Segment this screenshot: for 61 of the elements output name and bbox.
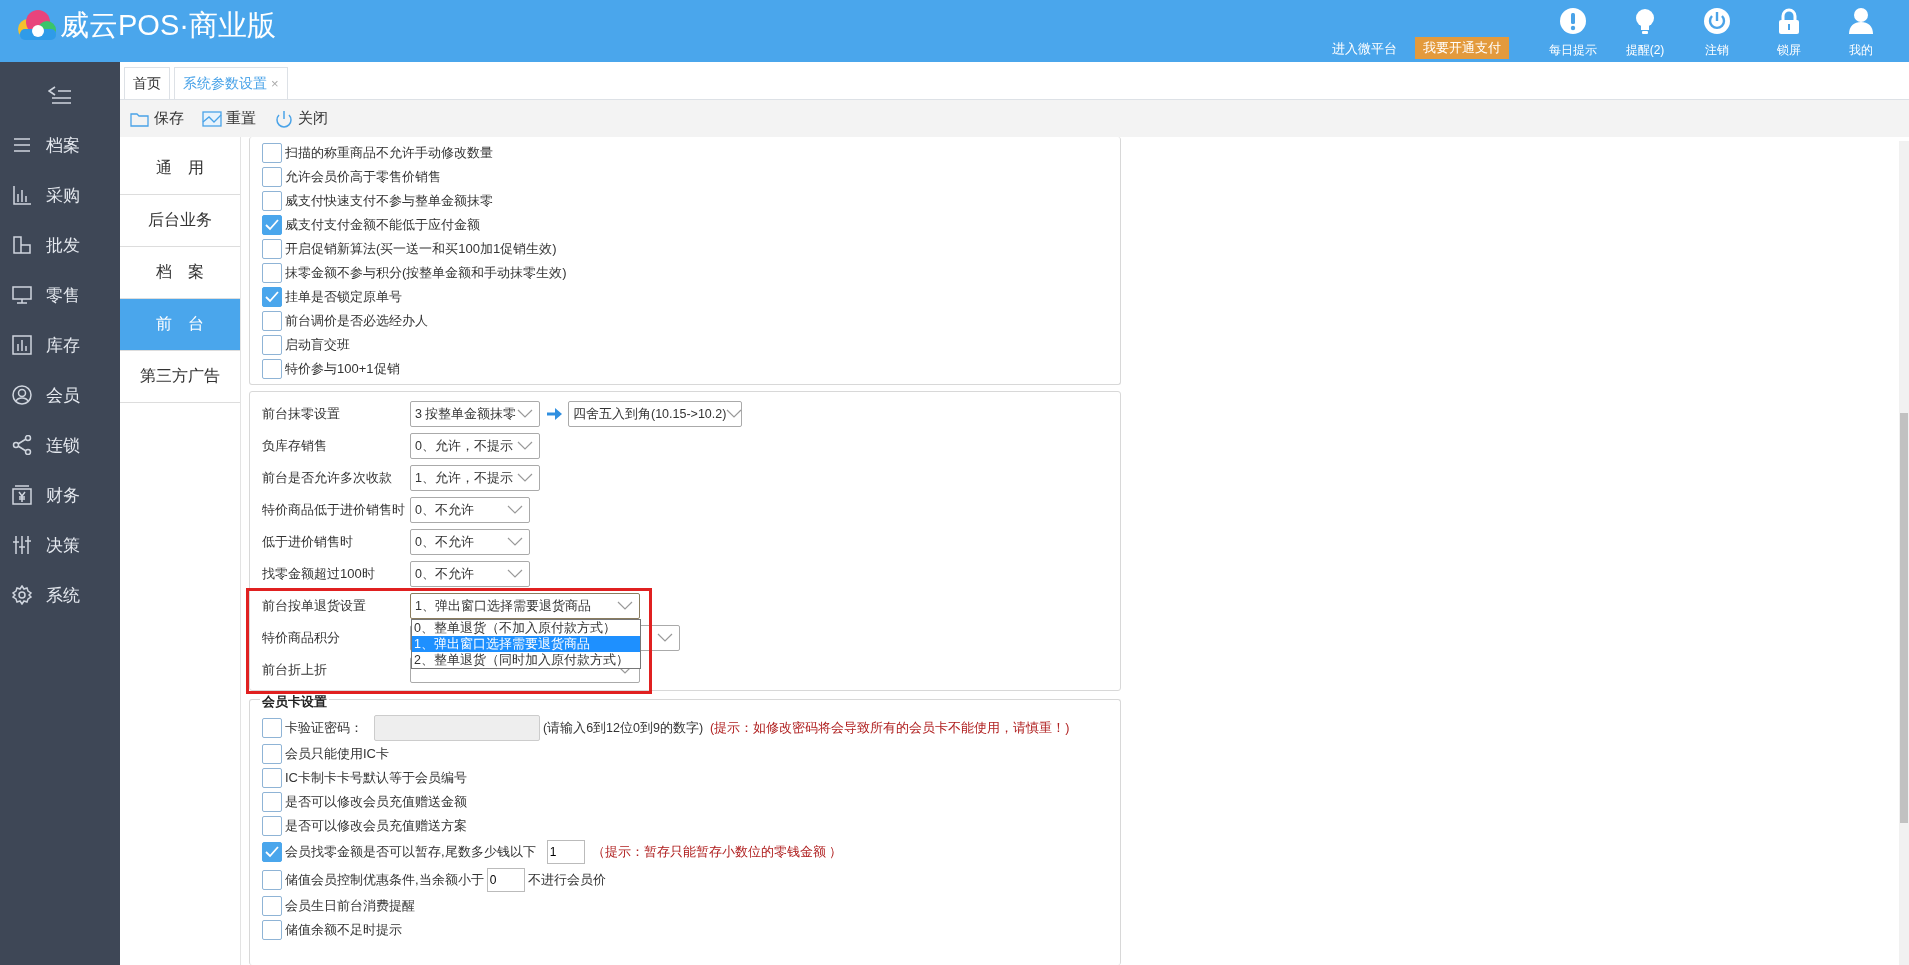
warning-text: （提示：暂存只能暂存小数位的零钱金额 ）	[591, 843, 843, 861]
sidebar-item[interactable]: 档案	[0, 120, 120, 170]
option-label: 前台调价是否必选经办人	[285, 312, 428, 330]
option-label: 抹零金额不参与积分(按整单金额和手动抹零生效)	[285, 264, 567, 282]
tab[interactable]: 首页	[124, 67, 170, 99]
sidebar-item[interactable]: 批发	[0, 220, 120, 270]
app-title: 威云POS·商业版	[60, 8, 276, 43]
sidebar-item[interactable]: 决策	[0, 520, 120, 570]
sidebar-item[interactable]: 财务	[0, 470, 120, 520]
option-label: 开启促销新算法(买一送一和买100加1促销生效)	[285, 240, 557, 258]
setting-label: 负库存销售	[262, 437, 328, 455]
hint-text: (请输入6到12位0到9的数字)	[543, 719, 704, 737]
dropdown-select[interactable]: 0、允许，不提示	[410, 433, 540, 459]
option-label: 不进行会员价	[527, 871, 606, 889]
dropdown-option[interactable]: 2、整单退货（同时加入原付款方式）	[412, 652, 640, 668]
warning-text: (提示：如修改密码将会导致所有的会员卡不能使用，请慎重！)	[710, 719, 1070, 737]
amount-field[interactable]: 1	[546, 840, 585, 864]
toolbar-button[interactable]: 重置	[200, 107, 258, 130]
option-label: 储值余额不足时提示	[285, 921, 402, 939]
option-label: 会员找零金额是否可以暂存,尾数多少钱以下	[285, 843, 536, 861]
option-label: 是否可以修改会员充值赠送金额	[285, 793, 467, 811]
option-label: 挂单是否锁定原单号	[285, 288, 402, 306]
setting-label: 特价商品积分	[262, 629, 341, 647]
setting-label: 前台抹零设置	[262, 405, 341, 423]
sidebar-item[interactable]: 库存	[0, 320, 120, 370]
setting-label: 前台折上折	[262, 661, 328, 679]
sidebar-item[interactable]: 采购	[0, 170, 120, 220]
dropdown-select[interactable]: 0、不允许	[410, 529, 530, 555]
dropdown-select[interactable]: 1、允许，不提示	[410, 465, 540, 491]
option-label: IC卡制卡卡号默认等于会员编号	[285, 769, 467, 787]
option-label: 启动盲交班	[285, 336, 350, 354]
option-label: 威支付快速支付不参与整单金额抹零	[285, 192, 493, 210]
sidebar-item[interactable]: 系统	[0, 570, 120, 620]
option-label: 允许会员价高于零售价销售	[285, 168, 441, 186]
sidebar-item[interactable]: 会员	[0, 370, 120, 420]
option-label: 是否可以修改会员充值赠送方案	[285, 817, 467, 835]
sidebar-item[interactable]: 零售	[0, 270, 120, 320]
option-label: 特价参与100+1促销	[285, 360, 400, 378]
amount-field[interactable]: 0	[486, 868, 525, 892]
option-label: 威支付支付金额不能低于应付金额	[285, 216, 480, 234]
setting-label: 找零金额超过100时	[262, 565, 376, 583]
dropdown-select[interactable]: 3 按整单金额抹零	[410, 401, 540, 427]
sidebar-item[interactable]: 连锁	[0, 420, 120, 470]
dropdown-option[interactable]: 0、整单退货（不加入原付款方式）	[412, 620, 640, 636]
settings-nav-item[interactable]: 后台业务	[120, 195, 240, 247]
settings-nav-item[interactable]: 第三方广告	[120, 351, 240, 403]
dropdown-select[interactable]: 0、不允许	[410, 497, 530, 523]
option-label: 储值会员控制优惠条件,当余额小于	[285, 871, 484, 889]
option-label: 会员只能使用IC卡	[285, 745, 389, 763]
toolbar-button[interactable]: 保存	[128, 107, 186, 130]
settings-nav-item[interactable]: 通 用	[120, 143, 240, 195]
option-label: 扫描的称重商品不允许手动修改数量	[285, 144, 493, 162]
setting-label: 特价商品低于进价销售时	[262, 501, 404, 519]
setting-label: 前台是否允许多次收款	[262, 469, 393, 487]
setting-label: 前台按单退货设置	[262, 597, 367, 615]
toolbar-button[interactable]: 关闭	[272, 107, 330, 130]
dropdown-select[interactable]: 0、不允许	[410, 561, 530, 587]
option-label: 会员生日前台消费提醒	[285, 897, 415, 915]
option-label: 卡验证密码：	[285, 719, 363, 737]
dropdown-select[interactable]: 四舍五入到角(10.15->10.2)	[568, 401, 742, 427]
setting-label: 低于进价销售时	[262, 533, 354, 551]
